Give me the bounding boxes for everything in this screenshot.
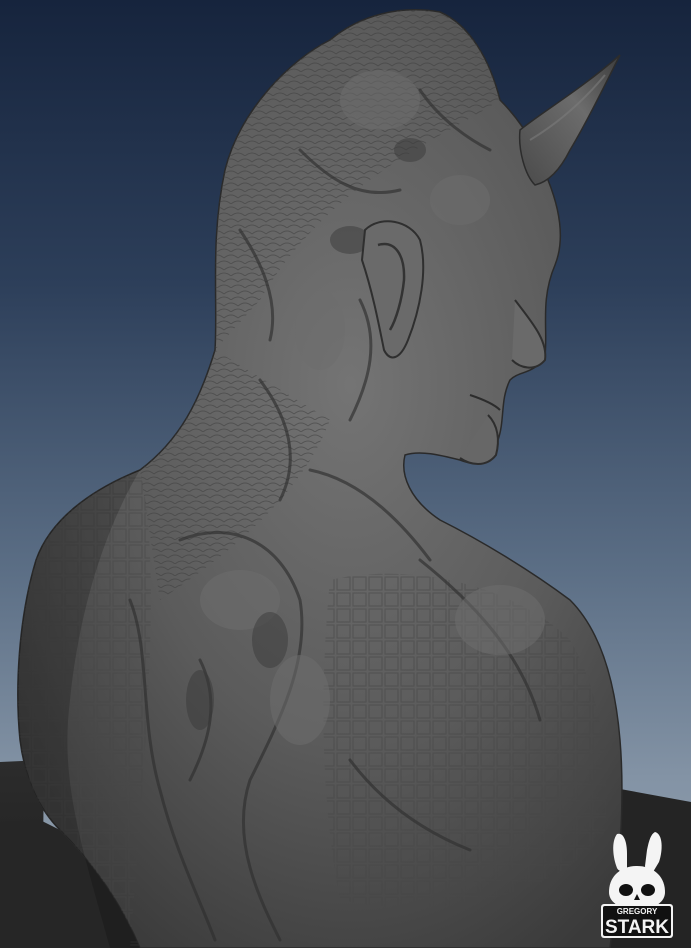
demon-bust-sculpt	[0, 9, 691, 948]
horn	[518, 54, 621, 186]
watermark-line1: GREGORY	[617, 907, 658, 916]
watermark-logo: GREGORY STARK	[597, 830, 677, 938]
watermark-line2: STARK	[605, 917, 669, 938]
render-viewport: GREGORY STARK	[0, 0, 691, 948]
